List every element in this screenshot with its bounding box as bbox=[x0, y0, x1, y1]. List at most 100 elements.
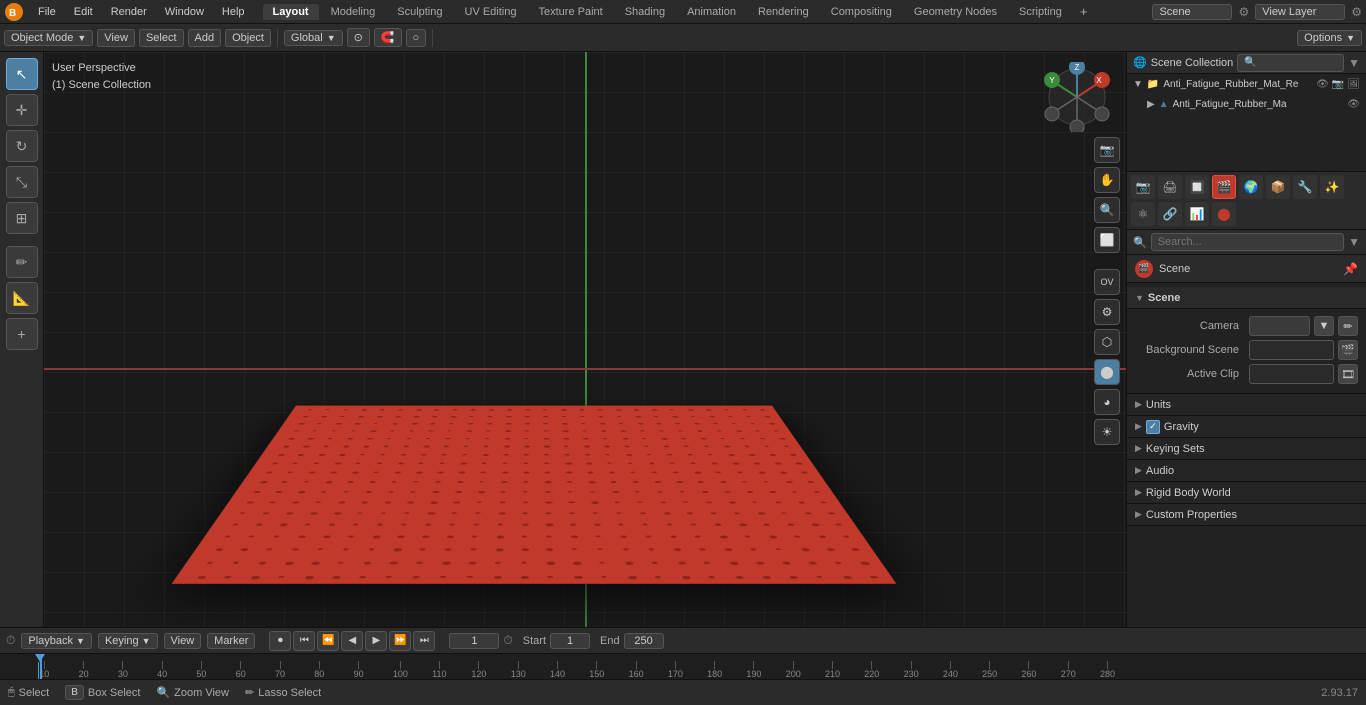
shading-wire-btn[interactable]: ⬡ bbox=[1094, 329, 1120, 355]
shading-solid-btn[interactable]: ⬤ bbox=[1094, 359, 1120, 385]
tab-modeling[interactable]: Modeling bbox=[321, 4, 386, 20]
object-props-icon[interactable]: 📦 bbox=[1266, 175, 1290, 199]
snap-toggle[interactable]: 🧲 bbox=[374, 28, 402, 47]
world-props-icon[interactable]: 🌍 bbox=[1239, 175, 1263, 199]
tab-sculpting[interactable]: Sculpting bbox=[387, 4, 452, 20]
active-clip-value[interactable] bbox=[1249, 364, 1334, 384]
menu-help[interactable]: Help bbox=[214, 4, 253, 20]
output-props-icon[interactable]: 🖨 bbox=[1158, 175, 1182, 199]
props-filter-icon[interactable]: ▼ bbox=[1348, 235, 1360, 249]
jump-start-btn[interactable]: ⏮ bbox=[293, 631, 315, 651]
render-icon-0[interactable]: 🖼 bbox=[1347, 79, 1360, 90]
tab-rendering[interactable]: Rendering bbox=[748, 4, 819, 20]
scene-section-header[interactable]: ▼ Scene bbox=[1127, 287, 1366, 309]
transform-selector[interactable]: Global ▼ bbox=[284, 30, 343, 46]
audio-section-header[interactable]: ▶ Audio bbox=[1127, 460, 1366, 482]
view-timeline-menu[interactable]: View bbox=[164, 633, 202, 649]
keying-sets-section-header[interactable]: ▶ Keying Sets bbox=[1127, 438, 1366, 460]
navigation-gizmo[interactable]: X Y Z bbox=[1042, 62, 1112, 132]
zoom-btn[interactable]: 🔍 bbox=[1094, 197, 1120, 223]
step-back-btn[interactable]: ⏪ bbox=[317, 631, 339, 651]
tool-scale[interactable]: ⤡ bbox=[6, 166, 38, 198]
view-menu[interactable]: View bbox=[97, 29, 135, 47]
current-frame-value[interactable]: 1 bbox=[449, 633, 499, 649]
select-menu[interactable]: Select bbox=[139, 29, 184, 47]
tab-geometry-nodes[interactable]: Geometry Nodes bbox=[904, 4, 1007, 20]
physics-props-icon[interactable]: ⚛ bbox=[1131, 202, 1155, 226]
rigid-body-section-header[interactable]: ▶ Rigid Body World bbox=[1127, 482, 1366, 504]
visibility-icon-0[interactable]: 👁 bbox=[1316, 79, 1329, 90]
tool-add[interactable]: + bbox=[6, 318, 38, 350]
gravity-section-header[interactable]: ▶ ✓ Gravity bbox=[1127, 416, 1366, 438]
props-search-input[interactable] bbox=[1151, 233, 1344, 251]
custom-props-section-header[interactable]: ▶ Custom Properties bbox=[1127, 504, 1366, 526]
menu-file[interactable]: File bbox=[30, 4, 64, 20]
tab-uv-editing[interactable]: UV Editing bbox=[455, 4, 527, 20]
tool-transform[interactable]: ⊞ bbox=[6, 202, 38, 234]
visibility-icon-1[interactable]: 👁 bbox=[1347, 99, 1360, 110]
overlay-btn[interactable]: OV bbox=[1094, 269, 1120, 295]
camera-view-btn[interactable]: 📷 bbox=[1094, 137, 1120, 163]
timeline-ruler[interactable]: 1020304050607080901001101201301401501601… bbox=[0, 654, 1366, 679]
object-menu[interactable]: Object bbox=[225, 29, 271, 47]
tool-select[interactable]: ↖ bbox=[6, 58, 38, 90]
outliner-item-0[interactable]: ▼ 📁 Anti_Fatigue_Rubber_Mat_Re 👁 📷 🖼 bbox=[1127, 74, 1366, 94]
add-menu[interactable]: Add bbox=[188, 29, 222, 47]
step-forward-btn[interactable]: ⏩ bbox=[389, 631, 411, 651]
tool-rotate[interactable]: ↻ bbox=[6, 130, 38, 162]
tool-annotate[interactable]: ✏ bbox=[6, 246, 38, 278]
tab-shading[interactable]: Shading bbox=[615, 4, 675, 20]
modifiers-props-icon[interactable]: 🔧 bbox=[1293, 175, 1317, 199]
view-layer-props-icon[interactable]: 🔲 bbox=[1185, 175, 1209, 199]
jump-end-btn[interactable]: ⏭ bbox=[413, 631, 435, 651]
add-workspace-button[interactable]: + bbox=[1074, 2, 1094, 21]
proportional-edit[interactable]: ○ bbox=[406, 29, 427, 47]
tab-compositing[interactable]: Compositing bbox=[821, 4, 902, 20]
scene-options-icon[interactable]: ⚙ bbox=[1238, 5, 1249, 19]
tool-measure[interactable]: 📐 bbox=[6, 282, 38, 314]
start-frame-value[interactable]: 1 bbox=[550, 633, 590, 649]
data-props-icon[interactable]: 📊 bbox=[1185, 202, 1209, 226]
background-scene-value[interactable] bbox=[1249, 340, 1334, 360]
playback-menu[interactable]: Playback ▼ bbox=[21, 633, 92, 649]
tab-layout[interactable]: Layout bbox=[263, 4, 319, 20]
gizmo-settings-btn[interactable]: ⚙ bbox=[1094, 299, 1120, 325]
menu-render[interactable]: Render bbox=[103, 4, 155, 20]
hand-pan-btn[interactable]: ✋ bbox=[1094, 167, 1120, 193]
play-reverse-btn[interactable]: ◀ bbox=[341, 631, 363, 651]
material-props-icon[interactable]: ⬤ bbox=[1212, 202, 1236, 226]
menu-edit[interactable]: Edit bbox=[66, 4, 101, 20]
view-layer-options-icon[interactable]: ⚙ bbox=[1351, 5, 1362, 19]
perspective-toggle-btn[interactable]: ⬜ bbox=[1094, 227, 1120, 253]
tool-move[interactable]: ✛ bbox=[6, 94, 38, 126]
camera-edit-icon[interactable]: ✏ bbox=[1338, 316, 1358, 336]
render-props-icon[interactable]: 📷 bbox=[1131, 175, 1155, 199]
menu-window[interactable]: Window bbox=[157, 4, 212, 20]
shading-material-btn[interactable]: ◕ bbox=[1094, 389, 1120, 415]
viewport-icon-0[interactable]: 📷 bbox=[1332, 79, 1344, 90]
mode-selector[interactable]: Object Mode ▼ bbox=[4, 30, 93, 46]
play-btn[interactable]: ▶ bbox=[365, 631, 387, 651]
shading-render-btn[interactable]: ☀ bbox=[1094, 419, 1120, 445]
particles-props-icon[interactable]: ✨ bbox=[1320, 175, 1344, 199]
tab-scripting[interactable]: Scripting bbox=[1009, 4, 1072, 20]
constraints-props-icon[interactable]: 🔗 bbox=[1158, 202, 1182, 226]
options-btn[interactable]: Options ▼ bbox=[1297, 30, 1362, 46]
pin-icon[interactable]: 📌 bbox=[1343, 262, 1358, 276]
camera-value[interactable] bbox=[1249, 316, 1310, 336]
end-frame-value[interactable]: 250 bbox=[624, 633, 664, 649]
units-section-header[interactable]: ▶ Units bbox=[1127, 394, 1366, 416]
outliner-item-1[interactable]: ▶ ▲ Anti_Fatigue_Rubber_Ma 👁 bbox=[1127, 94, 1366, 114]
camera-browse-icon[interactable]: ▼ bbox=[1314, 316, 1334, 336]
3d-viewport[interactable]: User Perspective (1) Scene Collection X … bbox=[44, 52, 1126, 627]
keying-menu[interactable]: Keying ▼ bbox=[98, 633, 158, 649]
outliner-filter-icon[interactable]: ▼ bbox=[1348, 56, 1360, 70]
marker-menu[interactable]: Marker bbox=[207, 633, 255, 649]
scene-props-icon[interactable]: 🎬 bbox=[1212, 175, 1236, 199]
view-layer-selector[interactable] bbox=[1255, 4, 1345, 20]
scene-selector[interactable] bbox=[1152, 4, 1232, 20]
transform-pivot[interactable]: ⊙ bbox=[347, 28, 370, 47]
outliner-search-box[interactable]: 🔍 bbox=[1237, 54, 1344, 72]
tab-texture-paint[interactable]: Texture Paint bbox=[528, 4, 612, 20]
tab-animation[interactable]: Animation bbox=[677, 4, 746, 20]
